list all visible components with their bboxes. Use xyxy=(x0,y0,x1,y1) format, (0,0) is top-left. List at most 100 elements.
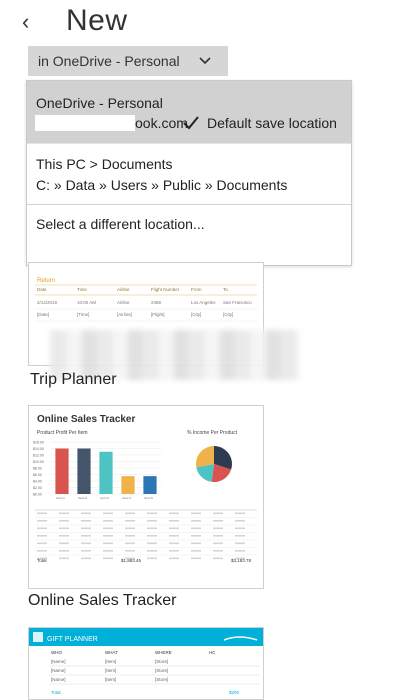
this-pc-path: C: » Data » Users » Public » Documents xyxy=(36,177,288,193)
y-tick-label: $8.00 xyxy=(33,467,42,471)
template-caption-online-sales-tracker: Online Sales Tracker xyxy=(28,592,177,609)
table-cell-text xyxy=(81,527,91,530)
table-cell-text xyxy=(169,535,179,537)
bar xyxy=(121,476,135,494)
table-cell-text xyxy=(235,542,245,545)
table-cell-text xyxy=(37,542,47,545)
gift-total-label: Total xyxy=(51,690,61,695)
pie-slice xyxy=(196,446,214,468)
section-label: Return xyxy=(37,278,55,284)
table-cell-text xyxy=(191,520,201,522)
table-cell-text xyxy=(103,557,113,560)
table-cell-text xyxy=(59,512,69,515)
table-cell-text xyxy=(191,512,201,515)
table-cell-text xyxy=(147,512,157,515)
table-cell-text xyxy=(213,542,223,545)
cell: [Time] xyxy=(77,312,89,317)
table-cell-text xyxy=(59,527,69,530)
sheet-title: Online Sales Tracker xyxy=(37,414,135,425)
bar-label: Item 1 xyxy=(57,496,66,500)
table-cell-text xyxy=(125,520,135,522)
sales-tracker-preview: Online Sales Tracker Product Profit Per … xyxy=(33,414,257,563)
cell: [Item] xyxy=(105,659,116,664)
table-cell-text xyxy=(169,542,179,545)
default-save-location-label: Default save location xyxy=(207,115,337,131)
bar xyxy=(77,448,91,494)
save-location-label: in OneDrive - Personal xyxy=(38,53,180,69)
save-location-select[interactable]: in OneDrive - Personal xyxy=(28,46,228,76)
col-from: From xyxy=(191,287,202,292)
checkmark-icon xyxy=(183,116,199,130)
cell: [Store] xyxy=(155,668,168,673)
gift-planner-preview: GIFT PLANNER WHO WHAT WHERE HC [Name] [I… xyxy=(29,628,263,695)
table-cell-text xyxy=(213,535,223,537)
table-cell-text xyxy=(191,542,201,545)
cell: [Store] xyxy=(155,659,168,664)
table-cell-text xyxy=(37,512,47,515)
table-cell-text xyxy=(169,550,179,552)
table-cell-text xyxy=(81,535,91,537)
pie-chart-title: % Income Per Product xyxy=(187,430,238,436)
total-value-1: $1,883.45 xyxy=(121,558,142,563)
table-cell-text xyxy=(235,520,245,522)
location-option-onedrive[interactable]: OneDrive - Personal ook.com Default save… xyxy=(27,81,351,143)
table-cell-text xyxy=(169,527,179,530)
y-tick-label: $16.00 xyxy=(33,441,44,445)
table-cell-text xyxy=(81,557,91,560)
table-cell-text xyxy=(59,535,69,537)
cell: [Name] xyxy=(51,677,66,682)
table-cell-text xyxy=(59,542,69,545)
bar-chart-title: Product Profit Per Item xyxy=(37,430,88,436)
table-cell-text xyxy=(235,527,245,530)
cell: [Name] xyxy=(51,659,66,664)
table-cell-text xyxy=(213,520,223,522)
table-cell-text xyxy=(103,535,113,537)
bar-label: Item 3 xyxy=(101,496,110,500)
gift-total-value: $200 xyxy=(229,690,240,695)
table-cell-text xyxy=(103,550,113,552)
table-cell-text xyxy=(147,535,157,537)
col-hc: HC xyxy=(209,650,216,655)
cell: [Flight] xyxy=(151,312,165,317)
table-cell-text xyxy=(125,542,135,545)
cell: [Item] xyxy=(105,668,116,673)
table-cell-text xyxy=(125,527,135,530)
page-title: New xyxy=(66,4,128,37)
total-value-2: $3,183.78 xyxy=(231,558,252,563)
table-cell-text xyxy=(213,512,223,515)
back-arrow-icon: ‹ xyxy=(22,9,30,34)
cell: [Store] xyxy=(155,677,168,682)
cell: 2/14/2019 xyxy=(37,300,58,305)
table-cell-text xyxy=(213,527,223,530)
cell: [Item] xyxy=(105,677,116,682)
table-cell-text xyxy=(147,542,157,545)
template-online-sales-tracker[interactable]: Online Sales Tracker Product Profit Per … xyxy=(28,405,264,589)
col-what: WHAT xyxy=(105,650,118,655)
table-cell-text xyxy=(147,520,157,522)
table-cell-text xyxy=(81,542,91,545)
onedrive-option-name: OneDrive - Personal xyxy=(36,95,163,111)
y-tick-label: $10.00 xyxy=(33,460,44,464)
table-cell-text xyxy=(81,520,91,522)
table-cell-text xyxy=(125,535,135,537)
table-cell-text xyxy=(191,550,201,552)
table-cell-text xyxy=(37,550,47,552)
total-label: Total xyxy=(37,558,47,563)
table-cell-text xyxy=(59,550,69,552)
back-button[interactable]: ‹ xyxy=(22,8,46,36)
select-different-location-label: Select a different location... xyxy=(36,216,205,232)
gift-planner-title: GIFT PLANNER xyxy=(47,636,98,643)
location-option-different[interactable]: Select a different location... xyxy=(27,204,351,264)
table-cell-text xyxy=(59,557,69,560)
cell: Airline xyxy=(117,300,130,305)
bar-label: Item 5 xyxy=(145,496,154,500)
template-gift-planner[interactable]: GIFT PLANNER WHO WHAT WHERE HC [Name] [I… xyxy=(28,627,264,700)
bar xyxy=(99,451,113,494)
table-cell-text xyxy=(59,520,69,522)
cell: [City] xyxy=(191,312,201,317)
redacted-email xyxy=(35,115,135,131)
table-cell-text xyxy=(103,527,113,530)
this-pc-label: This PC > Documents xyxy=(36,156,173,172)
location-option-this-pc[interactable]: This PC > Documents C: » Data » Users » … xyxy=(27,143,351,205)
table-cell-text xyxy=(125,550,135,552)
